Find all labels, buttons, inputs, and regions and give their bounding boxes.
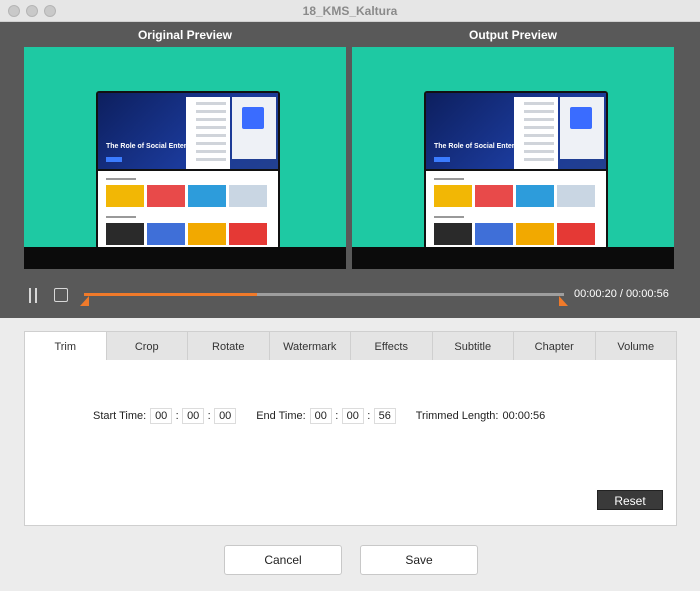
trimmed-length-value: 00:00:56 (502, 410, 546, 422)
trim-panel: Start Time: : : End Time: : : Trimmed Le… (24, 360, 677, 526)
video-frame: The Role of Social Enterprise (24, 47, 346, 249)
tab-volume[interactable]: Volume (595, 331, 677, 361)
pause-icon[interactable] (26, 288, 40, 304)
tab-watermark[interactable]: Watermark (269, 331, 351, 361)
timecode: 00:00:20 / 00:00:56 (574, 288, 669, 300)
end-time-label: End Time: (256, 410, 306, 422)
trim-start-handle[interactable] (80, 296, 89, 306)
laptop-image: The Role of Social Enterprise (424, 91, 608, 249)
start-minutes-field[interactable] (182, 408, 205, 424)
reset-button[interactable]: Reset (597, 490, 663, 510)
video-frame: The Role of Social Enterprise (352, 47, 674, 249)
output-preview-title: Output Preview (468, 28, 557, 42)
laptop-image: The Role of Social Enterprise (96, 91, 280, 249)
title-bar: 18_KMS_Kaltura (0, 0, 700, 22)
cancel-button[interactable]: Cancel (224, 545, 342, 575)
end-seconds-field[interactable] (373, 408, 396, 424)
tab-rotate[interactable]: Rotate (188, 331, 270, 361)
end-minutes-field[interactable] (341, 408, 364, 424)
trim-end-handle[interactable] (559, 296, 568, 306)
tab-effects[interactable]: Effects (351, 331, 433, 361)
timeline-progress (84, 293, 257, 296)
trim-row: Start Time: : : End Time: : : Trimmed Le… (93, 408, 545, 424)
preview-area: Original Preview Output Preview The Role… (0, 22, 700, 318)
start-time-label: Start Time: (93, 410, 147, 422)
tab-chapter[interactable]: Chapter (514, 331, 596, 361)
timeline-slider[interactable] (84, 293, 564, 296)
end-hours-field[interactable] (309, 408, 332, 424)
tab-crop[interactable]: Crop (106, 331, 188, 361)
save-button[interactable]: Save (360, 545, 478, 575)
output-preview-video: The Role of Social Enterprise (352, 47, 674, 269)
window-title: 18_KMS_Kaltura (302, 4, 398, 18)
editor-tabs: Trim Crop Rotate Watermark Effects Subti… (24, 331, 677, 361)
start-seconds-field[interactable] (214, 408, 237, 424)
original-preview-video: The Role of Social Enterprise (24, 47, 346, 269)
tab-subtitle[interactable]: Subtitle (432, 331, 514, 361)
original-preview-title: Original Preview (137, 28, 233, 42)
trimmed-length-label: Trimmed Length: (415, 410, 499, 422)
playback-controls: 00:00:20 / 00:00:56 (0, 284, 700, 318)
tab-trim[interactable]: Trim (24, 331, 107, 361)
stop-icon[interactable] (54, 288, 68, 302)
start-hours-field[interactable] (150, 408, 173, 424)
